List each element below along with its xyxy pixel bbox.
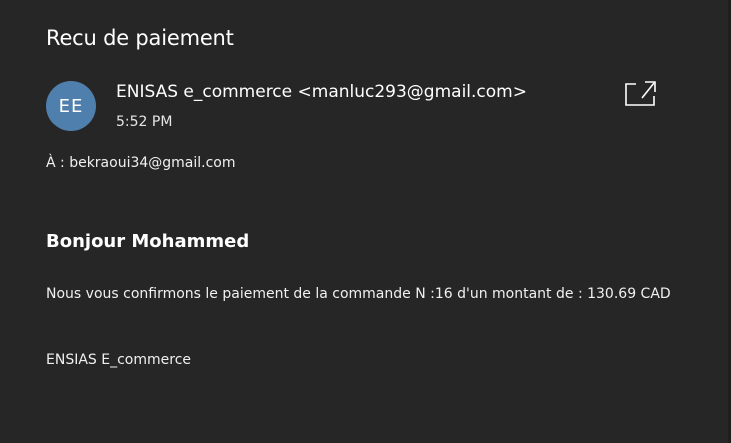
email-reading-pane: Recu de paiement EE ENISAS e_commerce <m… — [0, 0, 731, 443]
email-subject: Recu de paiement — [46, 26, 234, 50]
open-in-new-window-icon[interactable] — [622, 79, 658, 109]
email-body-message: Nous vous confirmons le paiement de la c… — [46, 286, 671, 302]
email-timestamp: 5:52 PM — [116, 114, 173, 130]
email-signature: ENSIAS E_commerce — [46, 352, 192, 368]
sender-name[interactable]: ENISAS e_commerce <manluc293@gmail.com> — [116, 82, 527, 102]
sender-avatar[interactable]: EE — [46, 81, 96, 131]
email-greeting: Bonjour Mohammed — [46, 231, 250, 252]
recipient-line: À : bekraoui34@gmail.com — [46, 155, 236, 171]
